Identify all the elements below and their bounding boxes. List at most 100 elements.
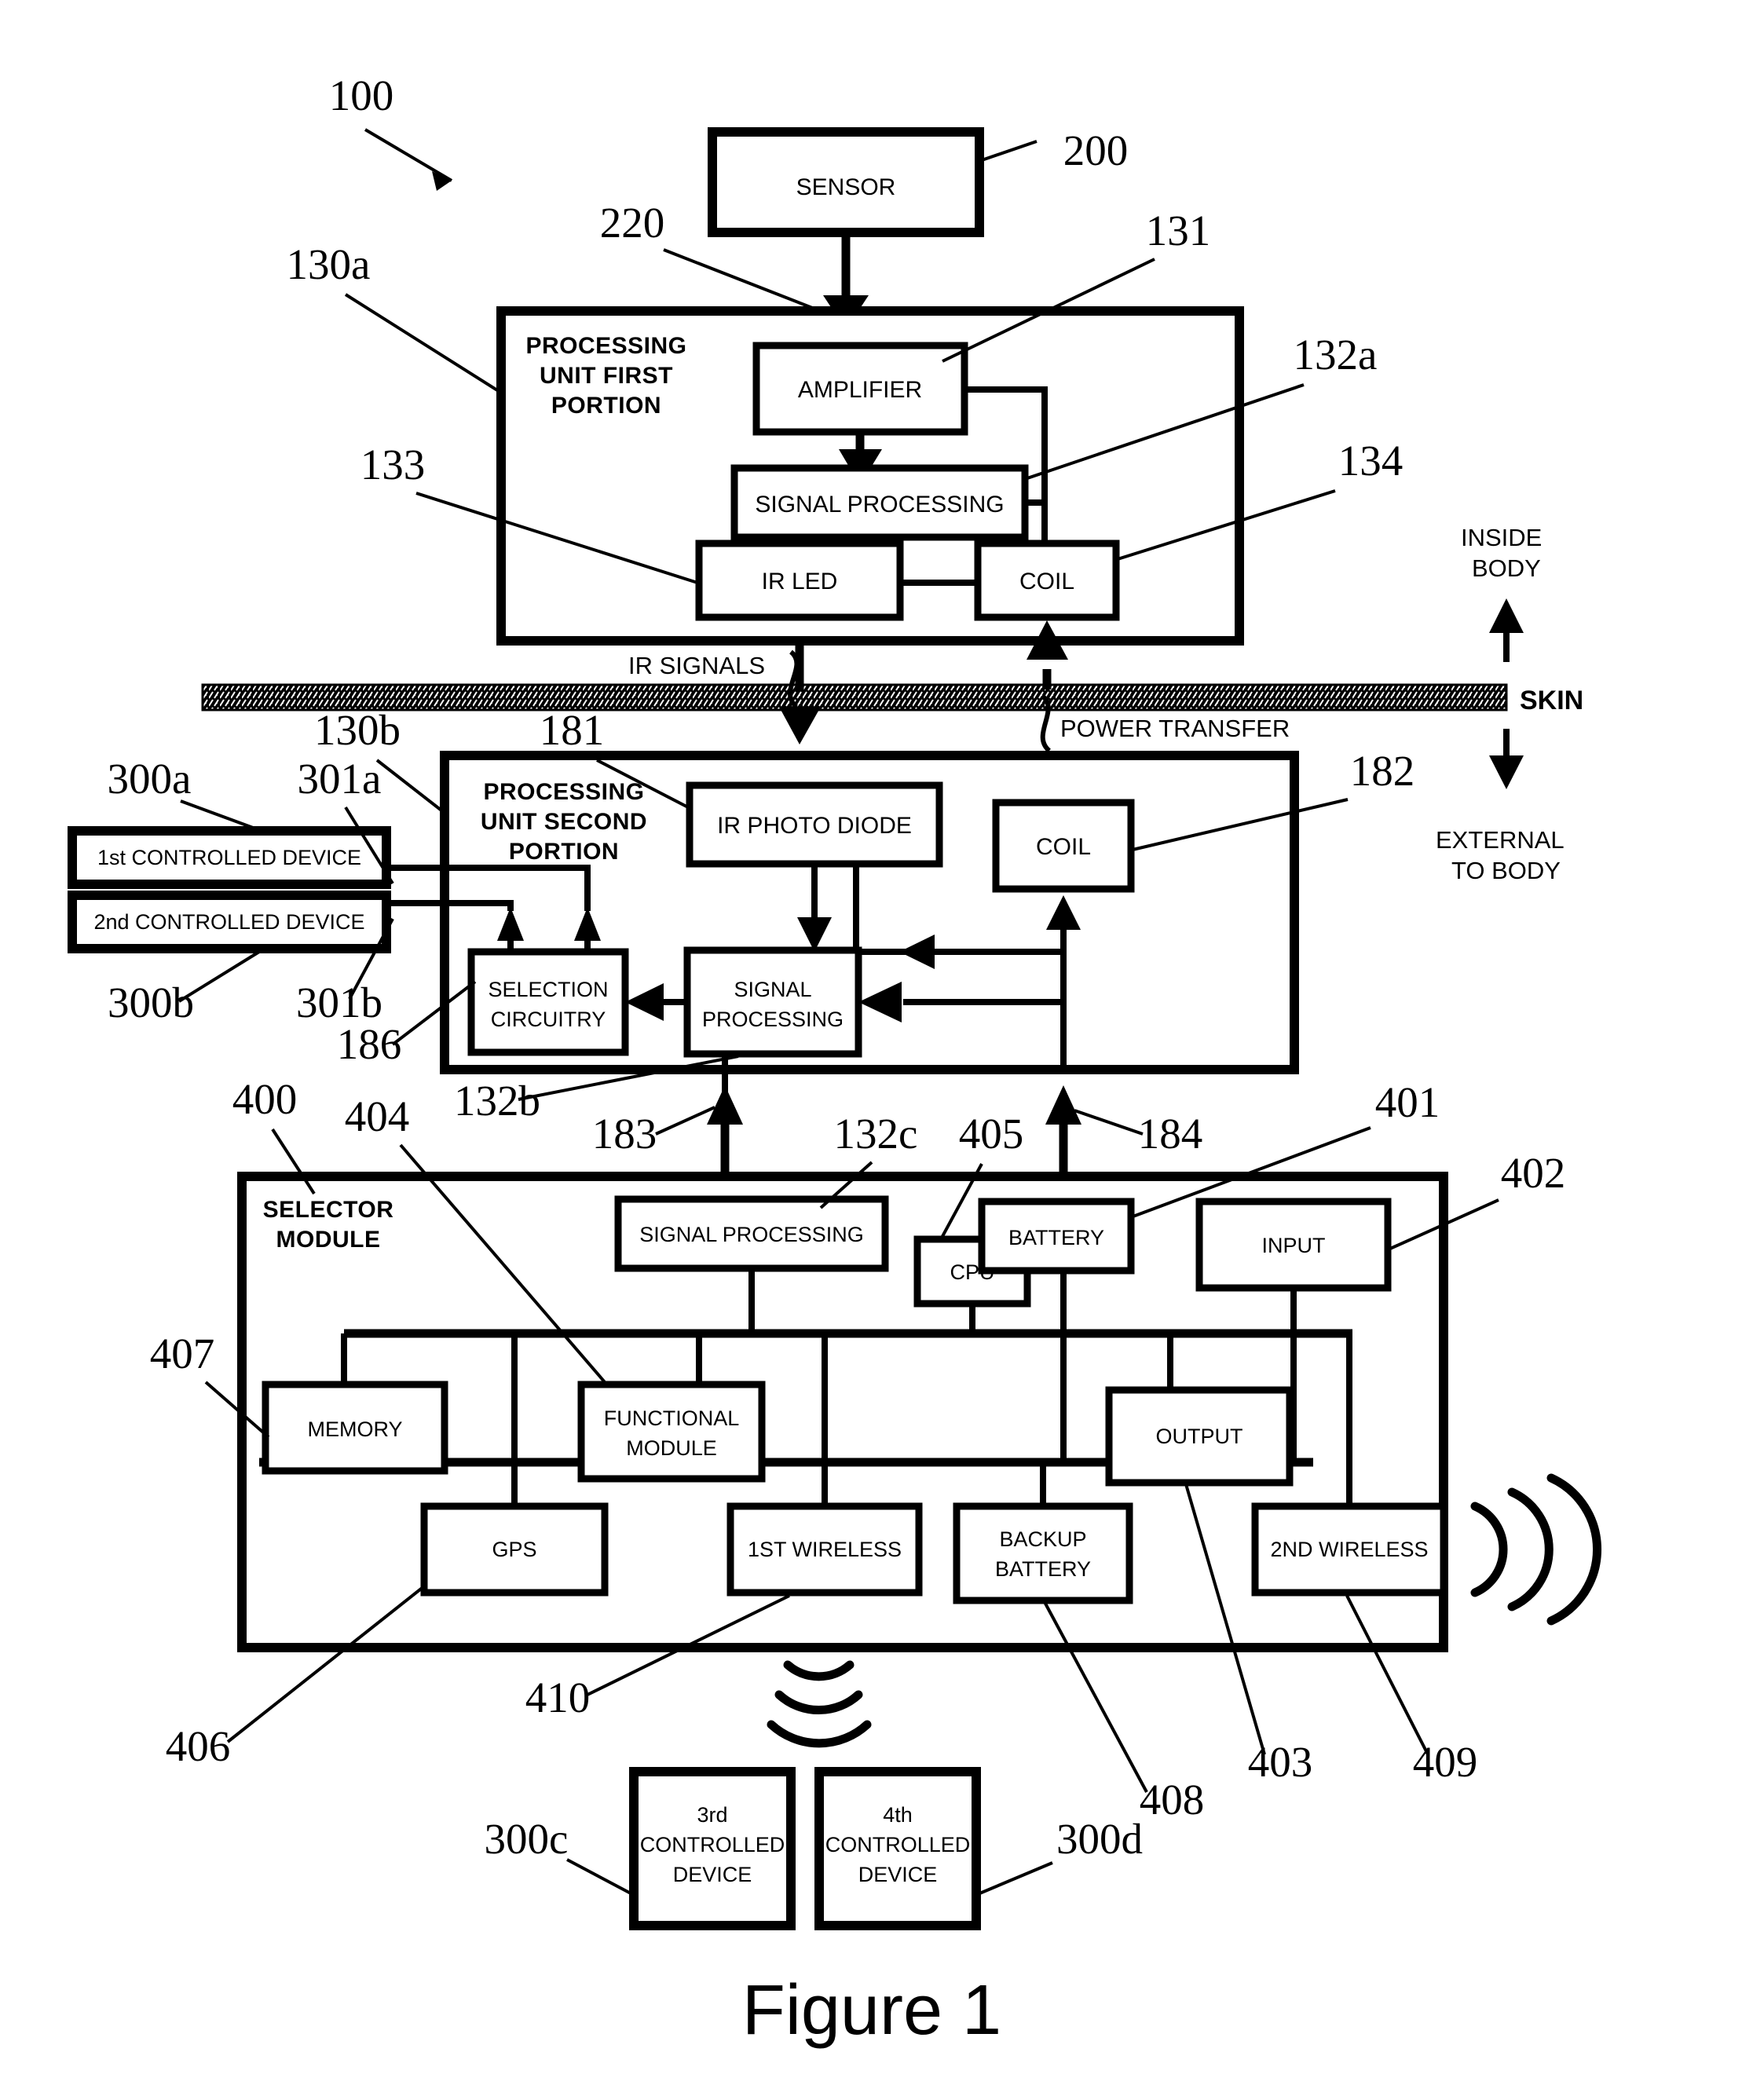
ref-133: 133 bbox=[360, 441, 426, 488]
ref-131: 131 bbox=[1146, 207, 1211, 254]
fourth-controlled-device-label-3: DEVICE bbox=[858, 1863, 938, 1886]
leader-300d bbox=[977, 1861, 1053, 1896]
arrow-ir-down bbox=[779, 707, 821, 744]
functional-module-box bbox=[577, 1381, 766, 1483]
selector-module-title-2: MODULE bbox=[276, 1227, 381, 1253]
ref-186: 186 bbox=[337, 1020, 402, 1068]
functional-module-label-1: FUNCTIONAL bbox=[604, 1406, 740, 1430]
ref-410: 410 bbox=[525, 1674, 591, 1721]
arrow-inside-head bbox=[1489, 598, 1524, 633]
ref-402: 402 bbox=[1501, 1149, 1566, 1197]
wireless-down-arc-2-icon bbox=[774, 1690, 863, 1715]
processing-unit-second-title-1: PROCESSING bbox=[483, 779, 644, 805]
ref-181: 181 bbox=[540, 706, 605, 754]
first-wireless-label: 1ST WIRELESS bbox=[748, 1538, 902, 1561]
backup-battery-box bbox=[953, 1502, 1133, 1604]
processing-unit-first-title-2: UNIT FIRST bbox=[540, 363, 673, 389]
ref-182: 182 bbox=[1350, 747, 1415, 795]
selection-circuitry-box bbox=[467, 948, 629, 1056]
third-controlled-device-label-1: 3rd bbox=[697, 1803, 727, 1827]
external-body-label-2: TO BODY bbox=[1451, 857, 1561, 884]
ref-300d: 300d bbox=[1056, 1815, 1143, 1863]
backup-battery-label-2: BATTERY bbox=[995, 1557, 1091, 1581]
processing-unit-second-title-3: PORTION bbox=[509, 839, 619, 865]
signal-processing-first-label: SIGNAL PROCESSING bbox=[755, 492, 1004, 518]
selector-module-title-1: SELECTOR bbox=[263, 1197, 394, 1223]
ref-220: 220 bbox=[600, 199, 665, 247]
gps-label: GPS bbox=[492, 1538, 536, 1561]
ref-403: 403 bbox=[1248, 1738, 1313, 1786]
coil-second-label: COIL bbox=[1036, 834, 1091, 860]
leader-130b bbox=[375, 759, 446, 814]
selection-circuitry-label-1: SELECTION bbox=[488, 978, 608, 1001]
signal-processing-second-box bbox=[683, 946, 862, 1058]
ref-130a: 130a bbox=[287, 240, 371, 288]
memory-label: MEMORY bbox=[307, 1417, 402, 1441]
coil-first-label: COIL bbox=[1019, 569, 1074, 594]
output-label: OUTPUT bbox=[1156, 1425, 1243, 1448]
ir-photo-diode-label: IR PHOTO DIODE bbox=[717, 813, 912, 839]
ref-404: 404 bbox=[345, 1092, 410, 1140]
power-transfer-label: POWER TRANSFER bbox=[1060, 715, 1290, 742]
processing-unit-second-title-2: UNIT SECOND bbox=[481, 809, 647, 835]
fourth-controlled-device-label-2: CONTROLLED bbox=[825, 1833, 971, 1856]
ref-407: 407 bbox=[150, 1330, 215, 1377]
ref-132b: 132b bbox=[454, 1077, 540, 1125]
figure-caption: Figure 1 bbox=[742, 1971, 1001, 2050]
backup-battery-label-1: BACKUP bbox=[999, 1527, 1086, 1551]
signal-processing-second-label-2: PROCESSING bbox=[702, 1008, 844, 1031]
ref-408: 408 bbox=[1140, 1776, 1205, 1823]
leader-300c bbox=[566, 1858, 633, 1896]
leader-184 bbox=[1074, 1109, 1144, 1136]
patent-diagram: SENSOR 200 100 220 PROCESSING UNIT FIRST… bbox=[68, 71, 1602, 2050]
selector-signal-processing-label: SIGNAL PROCESSING bbox=[639, 1223, 864, 1246]
leader-183 bbox=[655, 1106, 715, 1136]
ref-134: 134 bbox=[1338, 437, 1404, 485]
fourth-controlled-device-label-1: 4th bbox=[883, 1803, 913, 1827]
ref-132c: 132c bbox=[834, 1110, 918, 1158]
leader-130a bbox=[344, 293, 503, 394]
ref-401: 401 bbox=[1375, 1078, 1440, 1126]
wireless-down-arc-3-icon bbox=[767, 1720, 872, 1748]
leader-300b bbox=[177, 950, 261, 1003]
ref-400: 400 bbox=[232, 1075, 298, 1123]
ref-300a: 300a bbox=[108, 755, 192, 803]
skin-label: SKIN bbox=[1520, 686, 1583, 715]
third-controlled-device-label-2: CONTROLLED bbox=[640, 1833, 785, 1856]
input-label: INPUT bbox=[1262, 1234, 1326, 1257]
processing-unit-first-title-1: PROCESSING bbox=[525, 333, 686, 359]
amplifier-label: AMPLIFIER bbox=[798, 377, 922, 403]
sensor-label: SENSOR bbox=[796, 174, 896, 200]
ir-signals-label: IR SIGNALS bbox=[628, 652, 765, 679]
leader-100 bbox=[364, 128, 453, 182]
ir-led-label: IR LED bbox=[762, 569, 838, 594]
external-body-label-1: EXTERNAL bbox=[1436, 826, 1565, 854]
ref-184: 184 bbox=[1138, 1110, 1203, 1158]
ref-200: 200 bbox=[1063, 126, 1129, 174]
functional-module-label-2: MODULE bbox=[626, 1436, 717, 1460]
ref-300c: 300c bbox=[485, 1815, 569, 1863]
selection-circuitry-label-2: CIRCUITRY bbox=[491, 1008, 606, 1031]
arrow-184 bbox=[1045, 1085, 1081, 1125]
ref-405: 405 bbox=[959, 1110, 1024, 1158]
ref-132a: 132a bbox=[1294, 331, 1378, 379]
wireless-arc-3-icon bbox=[1546, 1473, 1602, 1626]
inside-body-label-2: BODY bbox=[1472, 554, 1541, 582]
patent-figure-page: SENSOR 200 100 220 PROCESSING UNIT FIRST… bbox=[0, 0, 1764, 2096]
first-controlled-device-label: 1st CONTROLLED DEVICE bbox=[97, 846, 361, 869]
ref-183: 183 bbox=[592, 1110, 657, 1158]
wireless-arc-1-icon bbox=[1470, 1502, 1508, 1597]
third-controlled-device-label-3: DEVICE bbox=[673, 1863, 752, 1886]
battery-label: BATTERY bbox=[1008, 1226, 1104, 1249]
ref-301a: 301a bbox=[298, 755, 382, 803]
ref-300b: 300b bbox=[108, 978, 194, 1026]
ref-130b: 130b bbox=[314, 706, 401, 754]
inside-body-label-1: INSIDE bbox=[1461, 524, 1542, 551]
wireless-down-arc-1-icon bbox=[783, 1660, 855, 1681]
ref-301b: 301b bbox=[296, 978, 382, 1026]
signal-processing-second-label-1: SIGNAL bbox=[734, 978, 811, 1001]
wireless-arc-2-icon bbox=[1507, 1487, 1554, 1611]
second-wireless-label: 2ND WIRELESS bbox=[1270, 1538, 1428, 1561]
second-controlled-device-label: 2nd CONTROLLED DEVICE bbox=[93, 910, 364, 934]
ref-100: 100 bbox=[329, 71, 394, 119]
